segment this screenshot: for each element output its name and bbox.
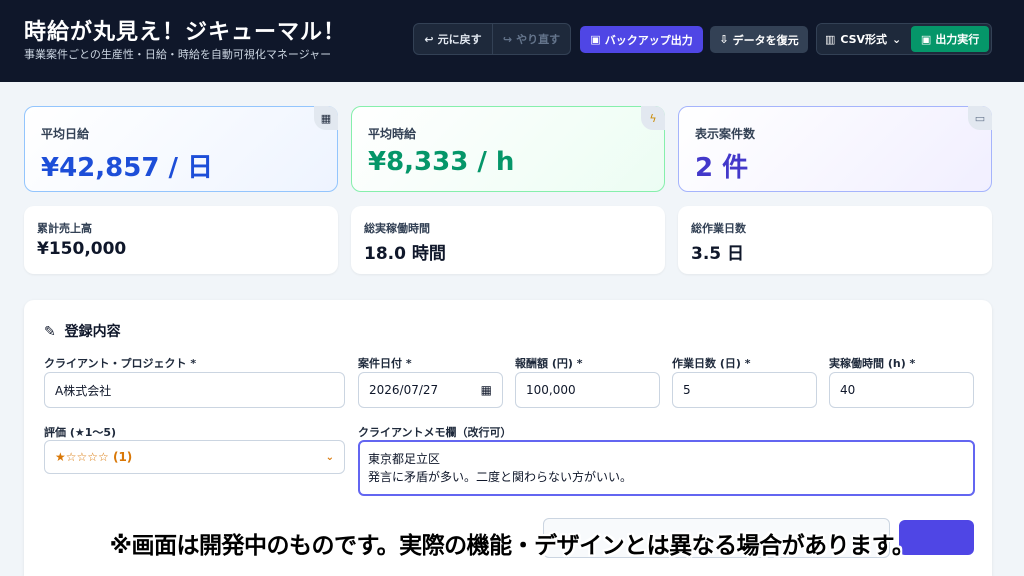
stat-card-total-days: 総作業日数 3.5 日 — [678, 206, 992, 274]
chart-icon: ▥ — [825, 32, 836, 46]
stat-label: 平均時給 — [368, 127, 417, 141]
redo-button[interactable]: ↪ やり直す — [492, 24, 570, 54]
client-label: クライアント・プロジェクト * — [44, 357, 197, 370]
stat-card-avg-daily: ▦ 平均日給 ¥42,857 / 日 — [24, 106, 338, 192]
rating-select[interactable]: ★☆☆☆☆ (1) ⌄ — [44, 440, 345, 474]
stat-value: 3.5 日 — [691, 244, 745, 264]
stat-value: ¥8,333 / h — [368, 147, 515, 177]
folder-icon: ▭ — [968, 106, 992, 130]
fee-label: 報酬額 (円) * — [515, 357, 583, 370]
redo-icon: ↪ — [502, 32, 513, 46]
undo-button[interactable]: ↩ 元に戻す — [414, 24, 492, 54]
chevron-down-icon: ⌄ — [892, 32, 902, 46]
stat-card-shown-count: ▭ 表示案件数 2 件 — [678, 106, 992, 192]
stat-card-avg-hourly: ϟ 平均時給 ¥8,333 / h — [351, 106, 665, 192]
client-memo-textarea[interactable]: 東京都足立区 発言に矛盾が多い。二度と関わらない方がいい。 — [358, 440, 975, 496]
stat-value: ¥42,857 / 日 — [41, 153, 214, 183]
calendar-icon: ▦ — [314, 106, 338, 130]
stat-value: 2 件 — [695, 153, 749, 183]
fee-value: 100,000 — [526, 383, 576, 397]
calendar-picker-icon[interactable]: ▦ — [481, 383, 492, 397]
stat-card-total-hours: 総実稼働時間 18.0 時間 — [351, 206, 665, 274]
export-group: ▥ CSV形式 ⌄ ▣ 出力実行 — [816, 23, 992, 55]
memo-line: 発言に矛盾が多い。二度と関わらない方がいい。 — [368, 470, 633, 484]
rating-value: ★☆☆☆☆ (1) — [55, 450, 133, 464]
fee-input[interactable]: 100,000 — [515, 372, 660, 408]
save-icon: ▣ — [920, 32, 932, 46]
memo-label: クライアントメモ欄（改行可） — [358, 426, 512, 439]
stat-label: 累計売上高 — [37, 222, 92, 235]
floppy-icon: ▣ — [590, 33, 601, 46]
date-input[interactable]: 2026/07/27 ▦ — [358, 372, 503, 408]
app-title: 時給が丸見え！ジキューマル！ — [24, 20, 347, 45]
redo-label: やり直す — [516, 33, 561, 46]
restore-data-button[interactable]: ⇩ データを復元 — [710, 26, 808, 53]
app-header: 時給が丸見え！ジキューマル！ 事業案件ごとの生産性・日給・時給を自動可視化マネー… — [0, 0, 1024, 82]
stat-label: 総実稼働時間 — [364, 222, 430, 235]
form-title: ✎ 登録内容 — [44, 321, 121, 341]
stat-label: 表示案件数 — [695, 127, 756, 141]
days-value: 5 — [683, 383, 691, 397]
disclaimer-caption: ※画面は開発中のものです。実際の機能・デザインとは異なる場合があります。 — [109, 533, 915, 559]
date-label: 案件日付 * — [358, 357, 412, 370]
client-input[interactable]: A株式会社 — [44, 372, 345, 408]
restore-label: データを復元 — [732, 33, 799, 47]
undo-redo-group: ↩ 元に戻す ↪ やり直す — [413, 23, 571, 55]
hours-label: 実稼働時間 (h) * — [829, 357, 916, 370]
stat-value: 18.0 時間 — [364, 244, 446, 264]
lightning-icon: ϟ — [641, 106, 665, 130]
chevron-down-icon: ⌄ — [325, 451, 334, 463]
export-run-button[interactable]: ▣ 出力実行 — [911, 26, 989, 52]
stat-card-total-sales: 累計売上高 ¥150,000 — [24, 206, 338, 274]
backup-label: バックアップ出力 — [604, 33, 693, 47]
hours-input[interactable]: 40 — [829, 372, 974, 408]
memo-icon: ✎ — [44, 324, 56, 340]
memo-line: 東京都足立区 — [368, 452, 441, 466]
hours-value: 40 — [840, 383, 856, 397]
export-format-select[interactable]: ▥ CSV形式 ⌄ — [817, 24, 910, 54]
stat-value: ¥150,000 — [37, 239, 127, 259]
format-selected: CSV形式 — [840, 33, 888, 46]
stat-label: 平均日給 — [41, 127, 90, 141]
undo-icon: ↩ — [424, 32, 434, 46]
undo-label: 元に戻す — [437, 33, 482, 46]
app-subtitle: 事業案件ごとの生産性・日給・時給を自動可視化マネージャー — [24, 48, 332, 61]
stat-label: 総作業日数 — [691, 222, 746, 235]
export-label: 出力実行 — [935, 33, 980, 46]
rating-label: 評価 (★1〜5) — [44, 426, 117, 439]
date-value: 2026/07/27 — [369, 383, 439, 397]
days-input[interactable]: 5 — [672, 372, 817, 408]
days-label: 作業日数 (日) * — [672, 357, 751, 370]
backup-export-button[interactable]: ▣ バックアップ出力 — [580, 26, 703, 53]
form-title-text: 登録内容 — [64, 324, 121, 340]
inbox-icon: ⇩ — [719, 33, 729, 46]
client-value: A株式会社 — [55, 383, 112, 398]
